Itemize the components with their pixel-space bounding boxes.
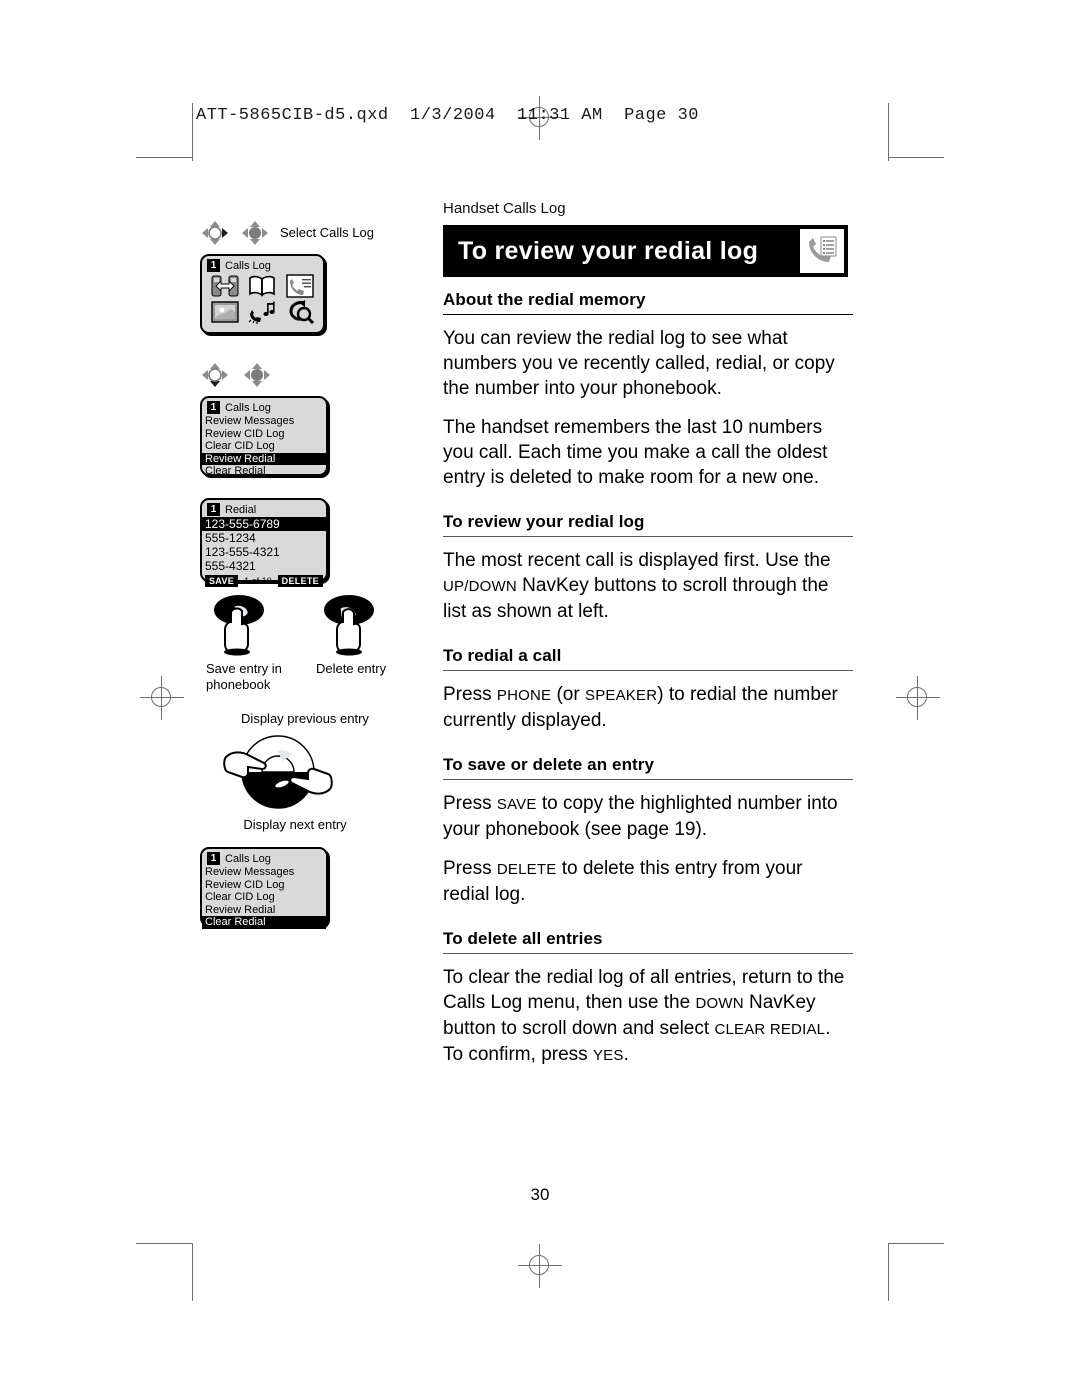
lcd-calls-log-menu: 1 Calls Log Review Messages Review CID L… [200, 396, 328, 478]
handset-badge: 1 [207, 503, 220, 516]
hand-save-caption: Save entry in phonebook [206, 661, 282, 692]
hand-delete-caption: Delete entry [316, 661, 387, 676]
redial-entry-1[interactable]: 123-555-6789 [202, 517, 326, 531]
navkey-down-icon [202, 363, 228, 387]
menu-item-review-cid-log-2[interactable]: Review CID Log [202, 879, 326, 892]
menu-item-clear-redial-2[interactable]: Clear Redial [202, 916, 326, 929]
nav-prev-caption: Display previous entry [241, 711, 369, 726]
page-title: To review your redial log [458, 237, 759, 265]
lcd-main-menu-header: 1 Calls Log [202, 256, 323, 273]
running-head: Handset Calls Log [443, 200, 566, 217]
navkey-select-icon [242, 221, 268, 245]
menu-item-clear-cid-log-2[interactable]: Clear CID Log [202, 891, 326, 904]
menu-item-review-cid-log[interactable]: Review CID Log [202, 428, 326, 441]
illustration-column: Select Calls Log 1 Calls Log 1 Calls Log… [200, 218, 415, 929]
paragraph-about-2: The handset remembers the last 10 number… [443, 417, 828, 488]
registration-target-right [896, 676, 940, 720]
lcd-redial-header: 1 Redial [202, 500, 326, 517]
lcd-calls-log-menu-title: Calls Log [225, 401, 271, 414]
hand-illustrations-row: Save entry in phonebook Delete entry [200, 594, 415, 693]
heading-save-or-delete: To save or delete an entry [443, 755, 853, 780]
heading-review-redial-log: To review your redial log [443, 512, 853, 537]
picture-icon [206, 299, 244, 325]
lcd-main-menu: 1 Calls Log [200, 254, 325, 334]
menu-item-clear-redial[interactable]: Clear Redial [202, 465, 326, 478]
navkey-scroll-illustration: Display previous entry Display next entr… [200, 711, 390, 833]
menu-item-review-messages[interactable]: Review Messages [202, 415, 326, 428]
redial-entry-4[interactable]: 555-4321 [202, 559, 326, 573]
menu-item-review-messages-2[interactable]: Review Messages [202, 866, 326, 879]
paragraph-review-redial: The most recent call is displayed first.… [443, 550, 831, 622]
redial-entry-2[interactable]: 555-1234 [202, 531, 326, 545]
lcd-main-menu-title: Calls Log [225, 259, 271, 272]
calls-log-icon [800, 229, 844, 273]
paragraph-delete-entry: Press DELETE to delete this entry from y… [443, 858, 803, 905]
quark-file-header: ATT-5865CIB-d5.qxd 1/3/2004 11:31 AM Pag… [196, 106, 699, 125]
calls-log-icon [281, 273, 319, 299]
nav-step-scroll-down [200, 360, 415, 390]
paragraph-delete-all: To clear the redial log of all entries, … [443, 967, 845, 1065]
entry-counter: 1 of 10 [244, 576, 272, 586]
lcd-clear-redial-menu: 1 Calls Log Review Messages Review CID L… [200, 847, 328, 929]
ringer-icon [244, 299, 282, 325]
two-handsets-icon [206, 273, 244, 299]
nav-step-select-calls-log: Select Calls Log [200, 218, 415, 248]
heading-redial-a-call: To redial a call [443, 646, 853, 671]
redial-entry-3[interactable]: 123-555-4321 [202, 545, 326, 559]
lcd-redial-list: 1 Redial 123-555-6789 555-1234 123-555-4… [200, 498, 328, 587]
navkey-disc-icon [223, 735, 333, 809]
lcd-calls-log-menu-header: 1 Calls Log [202, 398, 326, 415]
lcd-redial-title: Redial [225, 503, 257, 516]
heading-about-redial-memory: About the redial memory [443, 290, 853, 315]
crop-mark-bottom-right-vertical [888, 1243, 889, 1301]
menu-item-clear-cid-log[interactable]: Clear CID Log [202, 440, 326, 453]
save-softkey[interactable]: SAVE [205, 575, 239, 587]
delete-softkey[interactable]: DELETE [277, 575, 323, 587]
lcd-clear-redial-menu-header: 1 Calls Log [202, 849, 326, 866]
hand-pressing-delete-icon [324, 595, 374, 656]
handset-badge: 1 [207, 852, 220, 865]
phonebook-icon [244, 273, 282, 299]
paragraph-redial-a-call: Press PHONE (or SPEAKER) to redial the n… [443, 684, 838, 731]
paragraph-save-entry: Press SAVE to copy the highlighted numbe… [443, 793, 838, 840]
nav-step-label: Select Calls Log [280, 225, 374, 240]
registration-target-bottom [518, 1244, 562, 1288]
page-number: 30 [530, 1185, 550, 1204]
crop-mark-top-left-vertical [192, 103, 193, 161]
lcd-softkey-bar: SAVE 1 of 10 DELETE [202, 574, 326, 589]
paragraph-about-1: You can review the redial log to see wha… [443, 328, 835, 399]
lcd-clear-redial-menu-title: Calls Log [225, 852, 271, 865]
heading-delete-all-entries: To delete all entries [443, 929, 853, 954]
settings-search-icon [281, 299, 319, 325]
navkey-right-icon [202, 221, 228, 245]
nav-next-caption: Display next entry [243, 817, 347, 832]
crop-mark-bottom-left-vertical [192, 1243, 193, 1301]
menu-item-review-redial-2[interactable]: Review Redial [202, 904, 326, 917]
crop-mark-top-left-horizontal [136, 157, 192, 158]
crop-mark-bottom-left-horizontal [136, 1243, 192, 1244]
handset-badge: 1 [207, 259, 220, 272]
handset-badge: 1 [207, 401, 220, 414]
page-title-bar: To review your redial log [443, 225, 848, 277]
crop-mark-top-right-vertical [888, 103, 889, 161]
crop-mark-bottom-right-horizontal [888, 1243, 944, 1244]
main-content: About the redial memory You can review t… [443, 290, 853, 1068]
navkey-select-icon-2 [244, 363, 270, 387]
crop-mark-top-right-horizontal [888, 157, 944, 158]
registration-target-left [140, 676, 184, 720]
menu-item-review-redial[interactable]: Review Redial [202, 452, 326, 465]
hand-pressing-save-icon [214, 595, 264, 656]
